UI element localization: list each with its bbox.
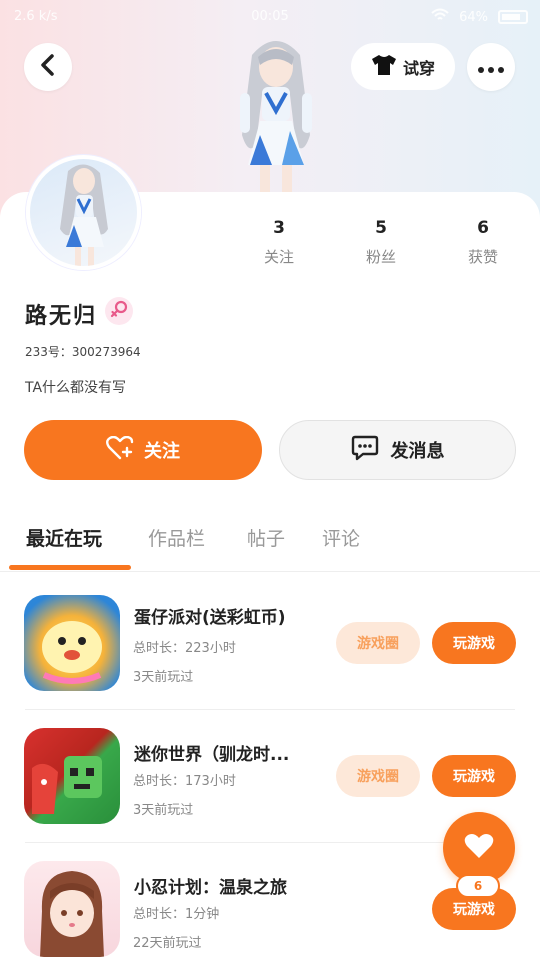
game-last-played: 3天前玩过: [133, 803, 194, 818]
more-dots-icon: [478, 58, 504, 77]
user-name: 路无归: [25, 304, 98, 329]
user-avatar[interactable]: [26, 155, 141, 270]
fans-label: 粉丝: [365, 248, 396, 266]
chat-bubble-icon: [351, 435, 379, 466]
user-bio: TA什么都没有写: [25, 380, 127, 396]
tab-recent-play[interactable]: 最近在玩: [26, 524, 102, 551]
follow-button[interactable]: 关注: [24, 420, 262, 480]
game-title[interactable]: 小忍计划：温泉之旅: [134, 873, 324, 898]
play-game-button[interactable]: 玩游戏: [432, 622, 516, 664]
row-divider: [25, 709, 515, 710]
status-bar: 2.6 k/s 00:05 64%: [0, 0, 540, 34]
heart-icon: [464, 833, 494, 863]
likes-count: 6: [477, 218, 489, 238]
user-id: 233号：300273964: [25, 345, 141, 359]
tab-active-indicator: [9, 565, 131, 570]
heart-plus-icon: [106, 435, 134, 465]
chevron-left-icon: [39, 54, 57, 80]
play-game-button[interactable]: 玩游戏: [432, 755, 516, 797]
game-playtime: 总时长：1分钟: [133, 907, 220, 922]
tab-posts[interactable]: 帖子: [247, 524, 285, 551]
fans-count: 5: [375, 218, 387, 238]
battery-text: 64%: [459, 9, 488, 25]
following-label: 关注: [263, 248, 294, 266]
stat-fans[interactable]: 5 粉丝: [341, 218, 421, 267]
back-button[interactable]: [24, 43, 72, 91]
following-count: 3: [273, 218, 285, 238]
shirt-icon: [371, 54, 397, 80]
try-on-label: 试穿: [402, 58, 435, 78]
game-title[interactable]: 蛋仔派对(送彩虹币): [134, 603, 324, 628]
game-icon-mini-world[interactable]: [24, 728, 120, 824]
battery-icon: [498, 10, 528, 24]
female-icon: [110, 300, 128, 322]
game-icon-ninja-plan[interactable]: [24, 861, 120, 957]
game-icon-eggy-party[interactable]: [24, 595, 120, 691]
stat-following[interactable]: 3 关注: [239, 218, 319, 267]
tab-works[interactable]: 作品栏: [148, 524, 205, 551]
game-last-played: 22天前玩过: [133, 936, 202, 951]
message-button[interactable]: 发消息: [279, 420, 516, 480]
gender-badge: [105, 297, 133, 325]
character-avatar-figure: [220, 35, 332, 195]
game-last-played: 3天前玩过: [133, 670, 194, 685]
tabs-divider: [0, 571, 540, 572]
stat-likes[interactable]: 6 获赞: [443, 218, 523, 267]
game-title[interactable]: 迷你世界（驯龙时...: [134, 740, 324, 765]
game-playtime: 总时长：223小时: [133, 641, 236, 656]
likes-label: 获赞: [467, 248, 498, 266]
message-label: 发消息: [390, 441, 445, 462]
game-circle-button[interactable]: 游戏圈: [336, 622, 420, 664]
wifi-icon: [431, 8, 449, 26]
try-on-button[interactable]: 试穿: [351, 43, 455, 90]
more-button[interactable]: [467, 43, 515, 91]
game-circle-button[interactable]: 游戏圈: [336, 755, 420, 797]
row-divider: [25, 842, 515, 843]
like-count-badge: 6: [456, 874, 500, 898]
tab-comments[interactable]: 评论: [322, 524, 360, 551]
game-playtime: 总时长：173小时: [133, 774, 236, 789]
follow-label: 关注: [144, 441, 180, 462]
